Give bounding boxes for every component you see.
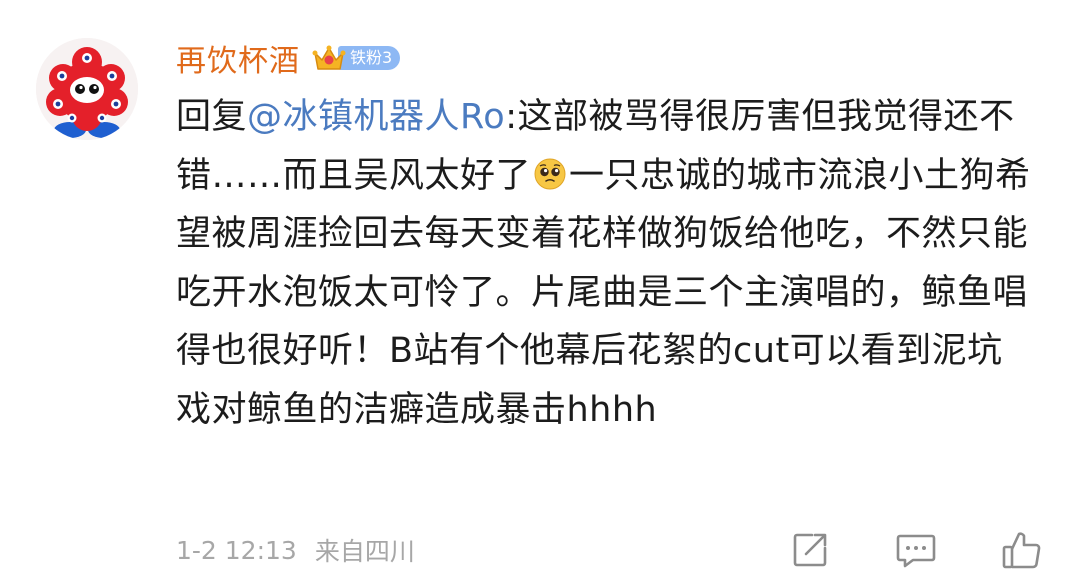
reply-prefix: 回复 — [176, 97, 248, 137]
crown-icon — [312, 45, 346, 70]
comment-text: 回复@冰镇机器人Ro:这部被骂得很厉害但我觉得还不错……而且吴风太好了 一只忠诚的… — [176, 88, 1036, 439]
comment-button[interactable] — [894, 528, 938, 572]
like-icon — [1002, 532, 1041, 569]
comment-item: 再饮杯酒 铁粉3 回复@冰镇机器人Ro:这部被骂得很厉害但我觉得还不错……而且吴… — [0, 0, 1080, 579]
repost-button[interactable] — [788, 528, 832, 572]
comment-location: 来自四川 — [314, 537, 415, 566]
user-avatar[interactable] — [36, 38, 138, 140]
repost-icon — [793, 533, 827, 567]
comment-header: 再饮杯酒 铁粉3 — [176, 36, 401, 80]
pleading-face-emoji-icon — [534, 158, 566, 189]
comment-icon — [896, 534, 936, 568]
red-monster-avatar-icon — [36, 38, 138, 140]
mention-link[interactable]: @冰镇机器人Ro — [247, 97, 505, 137]
comment-text-part2: 一只忠诚的城市流浪小土狗希望被周涯捡回去每天变着花样做狗饭给他吃，不然只能吃开水… — [176, 155, 1031, 430]
like-button[interactable] — [1000, 528, 1044, 572]
fan-badge[interactable]: 铁粉3 — [312, 43, 401, 73]
comment-time: 1-2 12:13 — [176, 535, 297, 565]
comment-meta: 1-2 12:13 来自四川 — [176, 530, 415, 570]
fan-badge-label: 铁粉3 — [338, 46, 401, 70]
comment-actions — [726, 528, 1044, 572]
username[interactable]: 再饮杯酒 — [176, 36, 300, 80]
